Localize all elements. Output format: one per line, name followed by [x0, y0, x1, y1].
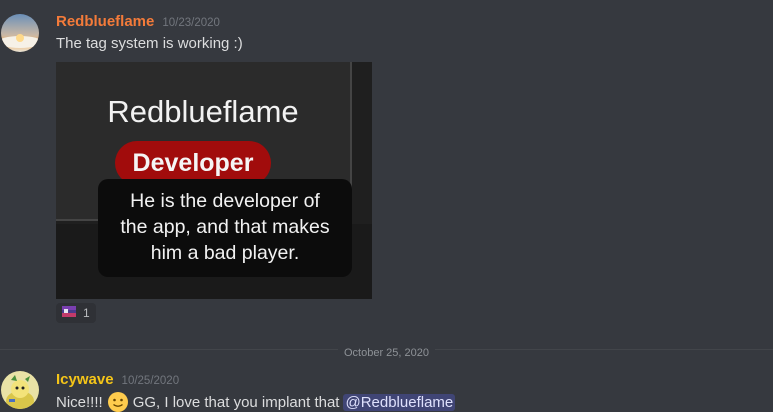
card-username: Redblueflame [107, 94, 299, 129]
message-header: Icywave 10/25/2020 [56, 371, 179, 388]
username[interactable]: Redblueflame [56, 13, 154, 30]
username[interactable]: Icywave [56, 371, 114, 388]
message-group-redblueflame: Redblueflame 10/23/2020 The tag system i… [0, 0, 773, 330]
flag-icon [62, 304, 76, 322]
avatar-sunset-image [1, 14, 39, 52]
tooltip-line: the app, and that makes [120, 216, 330, 238]
tooltip-line: He is the developer of [130, 190, 320, 212]
slightly-smiling-face-icon [107, 391, 129, 412]
message-text: Nice!!!! GG, I love that you implant tha… [56, 391, 456, 412]
avatar[interactable] [1, 14, 39, 52]
message-header: Redblueflame 10/23/2020 [56, 13, 220, 30]
avatar[interactable] [1, 371, 39, 409]
tooltip-line: him a bad player. [150, 242, 300, 264]
date-divider-line [0, 349, 773, 350]
avatar-cartoon-image [1, 371, 39, 409]
reaction-button[interactable]: 1 [56, 303, 96, 323]
timestamp: 10/25/2020 [121, 375, 180, 387]
reaction-count: 1 [83, 306, 90, 320]
message-text-end: GG, I love that you implant that [132, 393, 340, 411]
message-text-start: Nice!!!! [56, 393, 103, 411]
chat-messages: Redblueflame 10/23/2020 The tag system i… [0, 0, 773, 412]
timestamp: 10/23/2020 [162, 17, 220, 29]
message-text: The tag system is working :) [56, 35, 243, 52]
image-attachment[interactable]: Redblueflame Developer He is the develop… [56, 62, 372, 299]
tooltip: He is the developer of the app, and that… [98, 179, 352, 277]
message-group-icywave: Icywave 10/25/2020 Nice!!!! GG, I love t… [0, 360, 773, 412]
user-mention[interactable]: @Redblueflame [343, 393, 456, 411]
date-divider: October 25, 2020 [0, 343, 773, 361]
